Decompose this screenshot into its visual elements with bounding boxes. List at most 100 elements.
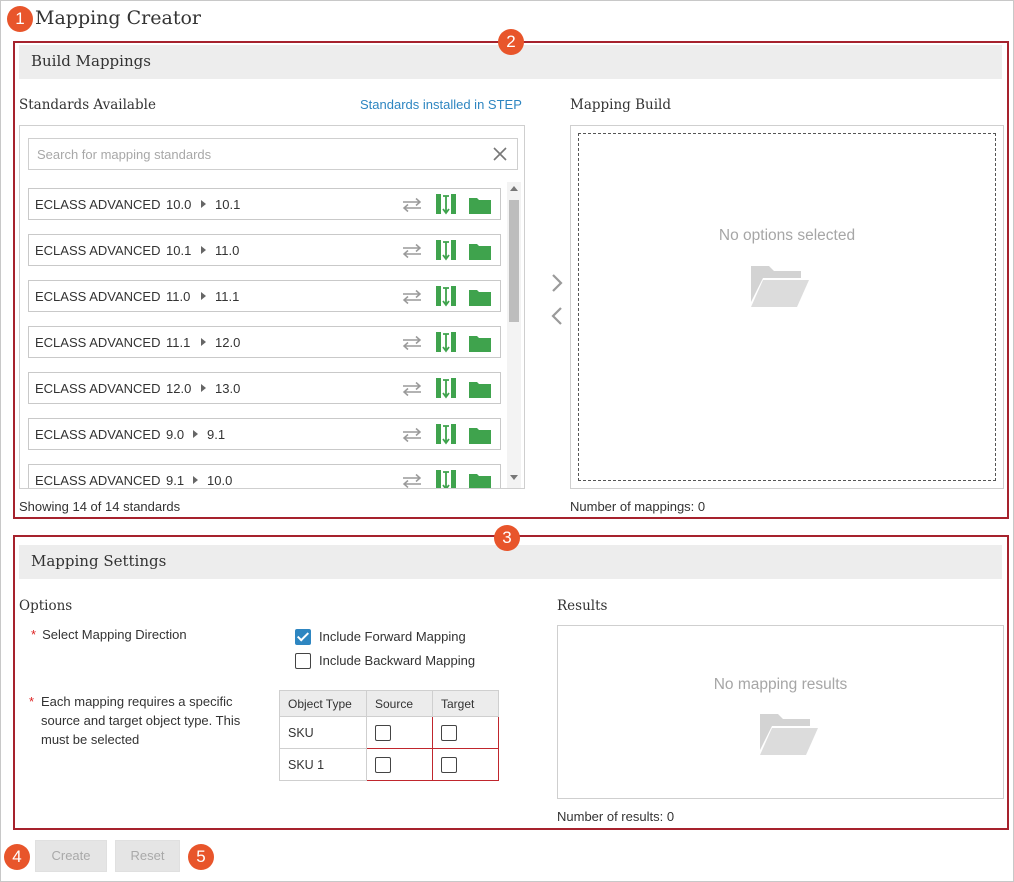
column-mapping-icon[interactable] [436,285,456,307]
swap-arrows-icon[interactable] [401,427,423,443]
column-mapping-icon[interactable] [436,423,456,445]
caret-right-icon [201,200,206,208]
scrollbar-thumb[interactable] [509,200,519,322]
object-type-note-row: * Each mapping requires a specific sourc… [29,692,264,749]
standards-count: Showing 14 of 14 standards [19,499,181,514]
required-indicator: * [31,627,37,642]
caret-right-icon [201,292,206,300]
move-right-icon[interactable] [548,272,566,294]
scroll-down-icon[interactable] [510,475,518,480]
column-header-target: Target [432,690,499,717]
column-mapping-icon[interactable] [436,377,456,399]
folder-icon[interactable] [469,472,491,488]
mapping-build-dropzone[interactable]: No options selected [578,133,996,481]
reset-button[interactable]: Reset [115,840,180,872]
standard-name: ECLASS ADVANCED [35,335,161,350]
caret-right-icon [201,384,206,392]
column-mapping-icon[interactable] [436,331,456,353]
standard-to-version: 13.0 [215,381,241,396]
source-cell [366,748,433,781]
standard-row[interactable]: ECLASS ADVANCED 10.1 11.0 [28,234,501,266]
column-mapping-icon[interactable] [436,239,456,261]
standard-row[interactable]: ECLASS ADVANCED 9.1 10.0 [28,464,501,488]
folder-icon[interactable] [469,196,491,214]
standard-name: ECLASS ADVANCED [35,473,161,488]
target-checkbox[interactable] [441,757,457,773]
standard-to-version: 11.0 [215,243,240,258]
standard-name: ECLASS ADVANCED [35,381,161,396]
object-type-cell: SKU [279,716,367,749]
caret-right-icon [201,246,206,254]
standards-scrollbar[interactable] [507,182,521,488]
search-input[interactable] [29,139,479,169]
backward-mapping-checkbox[interactable] [295,653,311,669]
standard-from-version: 9.0 [166,427,185,442]
caret-right-icon [201,338,206,346]
standard-row[interactable]: ECLASS ADVANCED 12.0 13.0 [28,372,501,404]
standard-name: ECLASS ADVANCED [35,427,161,442]
standard-row[interactable]: ECLASS ADVANCED 9.0 9.1 [28,418,501,450]
standard-from-version: 12.0 [166,381,192,396]
standards-list: ECLASS ADVANCED 10.0 10.1 ECLASS ADVANCE… [20,182,508,488]
standard-row[interactable]: ECLASS ADVANCED 11.1 12.0 [28,326,501,358]
standard-to-version: 12.0 [215,335,241,350]
callout-1: 1 [7,6,33,32]
target-checkbox[interactable] [441,725,457,741]
standard-row[interactable]: ECLASS ADVANCED 11.0 11.1 [28,280,501,312]
standard-from-version: 10.0 [166,197,192,212]
move-left-icon[interactable] [548,305,566,327]
folder-icon[interactable] [469,288,491,306]
standard-to-version: 10.1 [215,197,241,212]
mapping-count: Number of mappings: 0 [570,499,706,514]
create-button[interactable]: Create [35,840,107,872]
object-type-note: Each mapping requires a specific source … [41,694,241,747]
callout-2: 2 [498,29,524,55]
standard-name: ECLASS ADVANCED [35,289,161,304]
callout-3: 3 [494,525,520,551]
target-cell [432,716,499,749]
standards-panel: ECLASS ADVANCED 10.0 10.1 ECLASS ADVANCE… [19,125,525,489]
standards-available-label: Standards Available [19,97,156,113]
object-type-table: Object Type Source Target SKU SKU 1 [279,690,499,781]
swap-arrows-icon[interactable] [401,289,423,305]
swap-arrows-icon[interactable] [401,243,423,259]
folder-icon[interactable] [469,426,491,444]
folder-open-icon [760,714,818,755]
folder-icon[interactable] [469,380,491,398]
swap-arrows-icon[interactable] [401,473,423,488]
column-mapping-icon[interactable] [436,193,456,215]
forward-mapping-checkbox[interactable] [295,629,311,645]
table-row: SKU 1 [279,748,499,781]
caret-right-icon [193,476,198,484]
direction-label: Select Mapping Direction [42,627,187,642]
mapping-build-label: Mapping Build [570,97,671,113]
mapping-build-panel: No options selected [570,125,1004,489]
empty-state-text: No options selected [718,227,856,244]
results-count: Number of results: 0 [557,809,675,824]
direction-label-row: * Select Mapping Direction [31,627,187,642]
options-label: Options [19,598,73,614]
mapping-settings-title: Mapping Settings [31,552,167,570]
swap-arrows-icon[interactable] [401,381,423,397]
standard-from-version: 10.1 [166,243,192,258]
folder-open-icon [751,266,809,307]
folder-icon[interactable] [469,242,491,260]
search-box [28,138,518,170]
folder-icon[interactable] [469,334,491,352]
column-mapping-icon[interactable] [436,469,456,488]
swap-arrows-icon[interactable] [401,197,423,213]
standards-installed-link[interactable]: Standards installed in STEP [360,97,522,112]
scroll-up-icon[interactable] [510,186,518,191]
standard-row[interactable]: ECLASS ADVANCED 10.0 10.1 [28,188,501,220]
standard-name: ECLASS ADVANCED [35,243,161,258]
source-checkbox[interactable] [375,725,391,741]
target-cell [432,748,499,781]
table-row: SKU [279,716,499,749]
backward-mapping-label[interactable]: Include Backward Mapping [319,653,475,668]
forward-mapping-label[interactable]: Include Forward Mapping [319,629,466,644]
standard-from-version: 11.0 [166,289,191,304]
standard-from-version: 9.1 [166,473,185,488]
swap-arrows-icon[interactable] [401,335,423,351]
source-checkbox[interactable] [375,757,391,773]
close-icon[interactable] [491,145,509,163]
